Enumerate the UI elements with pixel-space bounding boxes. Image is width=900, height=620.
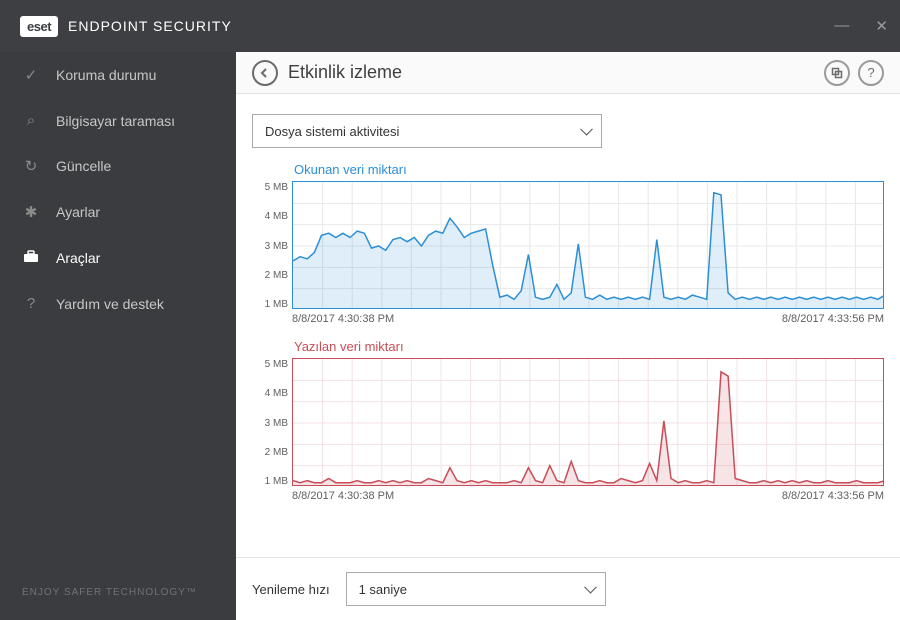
yaxis-tick: 2 MB: [252, 270, 288, 281]
chart-write-xaxis: 8/8/2017 4:30:38 PM 8/8/2017 4:33:56 PM: [292, 490, 884, 502]
yaxis-tick: 5 MB: [252, 182, 288, 193]
chart-read-title: Okunan veri miktarı: [294, 162, 884, 177]
yaxis-tick: 4 MB: [252, 388, 288, 399]
sidebar-item-label: Koruma durumu: [56, 67, 156, 83]
sidebar-item-label: Yardım ve destek: [56, 296, 164, 312]
close-button[interactable]: ✕: [875, 17, 888, 35]
content-header: Etkinlik izleme ?: [236, 52, 900, 94]
sidebar-item-help[interactable]: ? Yardım ve destek: [0, 281, 236, 326]
refresh-icon: ↻: [22, 157, 40, 175]
yaxis-tick: 4 MB: [252, 211, 288, 222]
content: Etkinlik izleme ? Dosya sistemi aktivite…: [236, 52, 900, 620]
sidebar-item-update[interactable]: ↻ Güncelle: [0, 143, 236, 189]
minimize-button[interactable]: —: [834, 17, 849, 35]
yaxis-tick: 3 MB: [252, 418, 288, 429]
xaxis-start: 8/8/2017 4:30:38 PM: [292, 490, 394, 502]
sidebar-item-scan[interactable]: ⌕ Bilgisayar taraması: [0, 98, 236, 143]
activity-select-value: Dosya sistemi aktivitesi: [265, 124, 399, 139]
chart-read-plot: [292, 181, 884, 309]
page-title: Etkinlik izleme: [288, 62, 814, 83]
yaxis-tick: 1 MB: [252, 299, 288, 310]
yaxis-tick: 3 MB: [252, 241, 288, 252]
chart-read-xaxis: 8/8/2017 4:30:38 PM 8/8/2017 4:33:56 PM: [292, 313, 884, 325]
bottom-bar: Yenileme hızı 1 saniye: [236, 557, 900, 620]
chart-write-yaxis: 5 MB 4 MB 3 MB 2 MB 1 MB: [252, 359, 288, 487]
sidebar: ✓ Koruma durumu ⌕ Bilgisayar taraması ↻ …: [0, 52, 236, 620]
logo: eset: [20, 16, 58, 37]
back-button[interactable]: [252, 60, 278, 86]
chart-write-title: Yazılan veri miktarı: [294, 339, 884, 354]
product-name: ENDPOINT SECURITY: [68, 18, 232, 34]
panel: Dosya sistemi aktivitesi Okunan veri mik…: [236, 94, 900, 512]
help-button[interactable]: ?: [858, 60, 884, 86]
xaxis-end: 8/8/2017 4:33:56 PM: [782, 490, 884, 502]
refresh-label: Yenileme hızı: [252, 582, 330, 597]
sidebar-item-settings[interactable]: ✱ Ayarlar: [0, 189, 236, 235]
brand: eset ENDPOINT SECURITY: [20, 16, 232, 37]
window-controls: — ✕: [834, 17, 888, 35]
sidebar-item-label: Bilgisayar taraması: [56, 113, 175, 129]
sidebar-item-label: Ayarlar: [56, 204, 100, 220]
yaxis-tick: 1 MB: [252, 476, 288, 487]
xaxis-start: 8/8/2017 4:30:38 PM: [292, 313, 394, 325]
gear-icon: ✱: [22, 203, 40, 221]
chart-read-yaxis: 5 MB 4 MB 3 MB 2 MB 1 MB: [252, 182, 288, 310]
chart-write-plot: [292, 358, 884, 486]
sidebar-item-label: Güncelle: [56, 158, 111, 174]
sidebar-item-tools[interactable]: Araçlar: [0, 235, 236, 281]
refresh-select-value: 1 saniye: [359, 582, 407, 597]
sidebar-item-label: Araçlar: [56, 250, 100, 266]
check-icon: ✓: [22, 66, 40, 84]
popout-button[interactable]: [824, 60, 850, 86]
sidebar-item-protection[interactable]: ✓ Koruma durumu: [0, 52, 236, 98]
toolbox-icon: [22, 249, 40, 267]
titlebar: eset ENDPOINT SECURITY — ✕: [0, 0, 900, 52]
help-icon: ?: [22, 295, 40, 312]
search-icon: ⌕: [22, 112, 40, 129]
chart-read: Okunan veri miktarı 5 MB 4 MB 3 MB 2 MB …: [252, 162, 884, 325]
sidebar-footer: ENJOY SAFER TECHNOLOGY™: [0, 565, 236, 620]
chart-write: Yazılan veri miktarı 5 MB 4 MB 3 MB 2 MB…: [252, 339, 884, 502]
yaxis-tick: 2 MB: [252, 447, 288, 458]
activity-select[interactable]: Dosya sistemi aktivitesi: [252, 114, 602, 148]
xaxis-end: 8/8/2017 4:33:56 PM: [782, 313, 884, 325]
yaxis-tick: 5 MB: [252, 359, 288, 370]
refresh-select[interactable]: 1 saniye: [346, 572, 606, 606]
